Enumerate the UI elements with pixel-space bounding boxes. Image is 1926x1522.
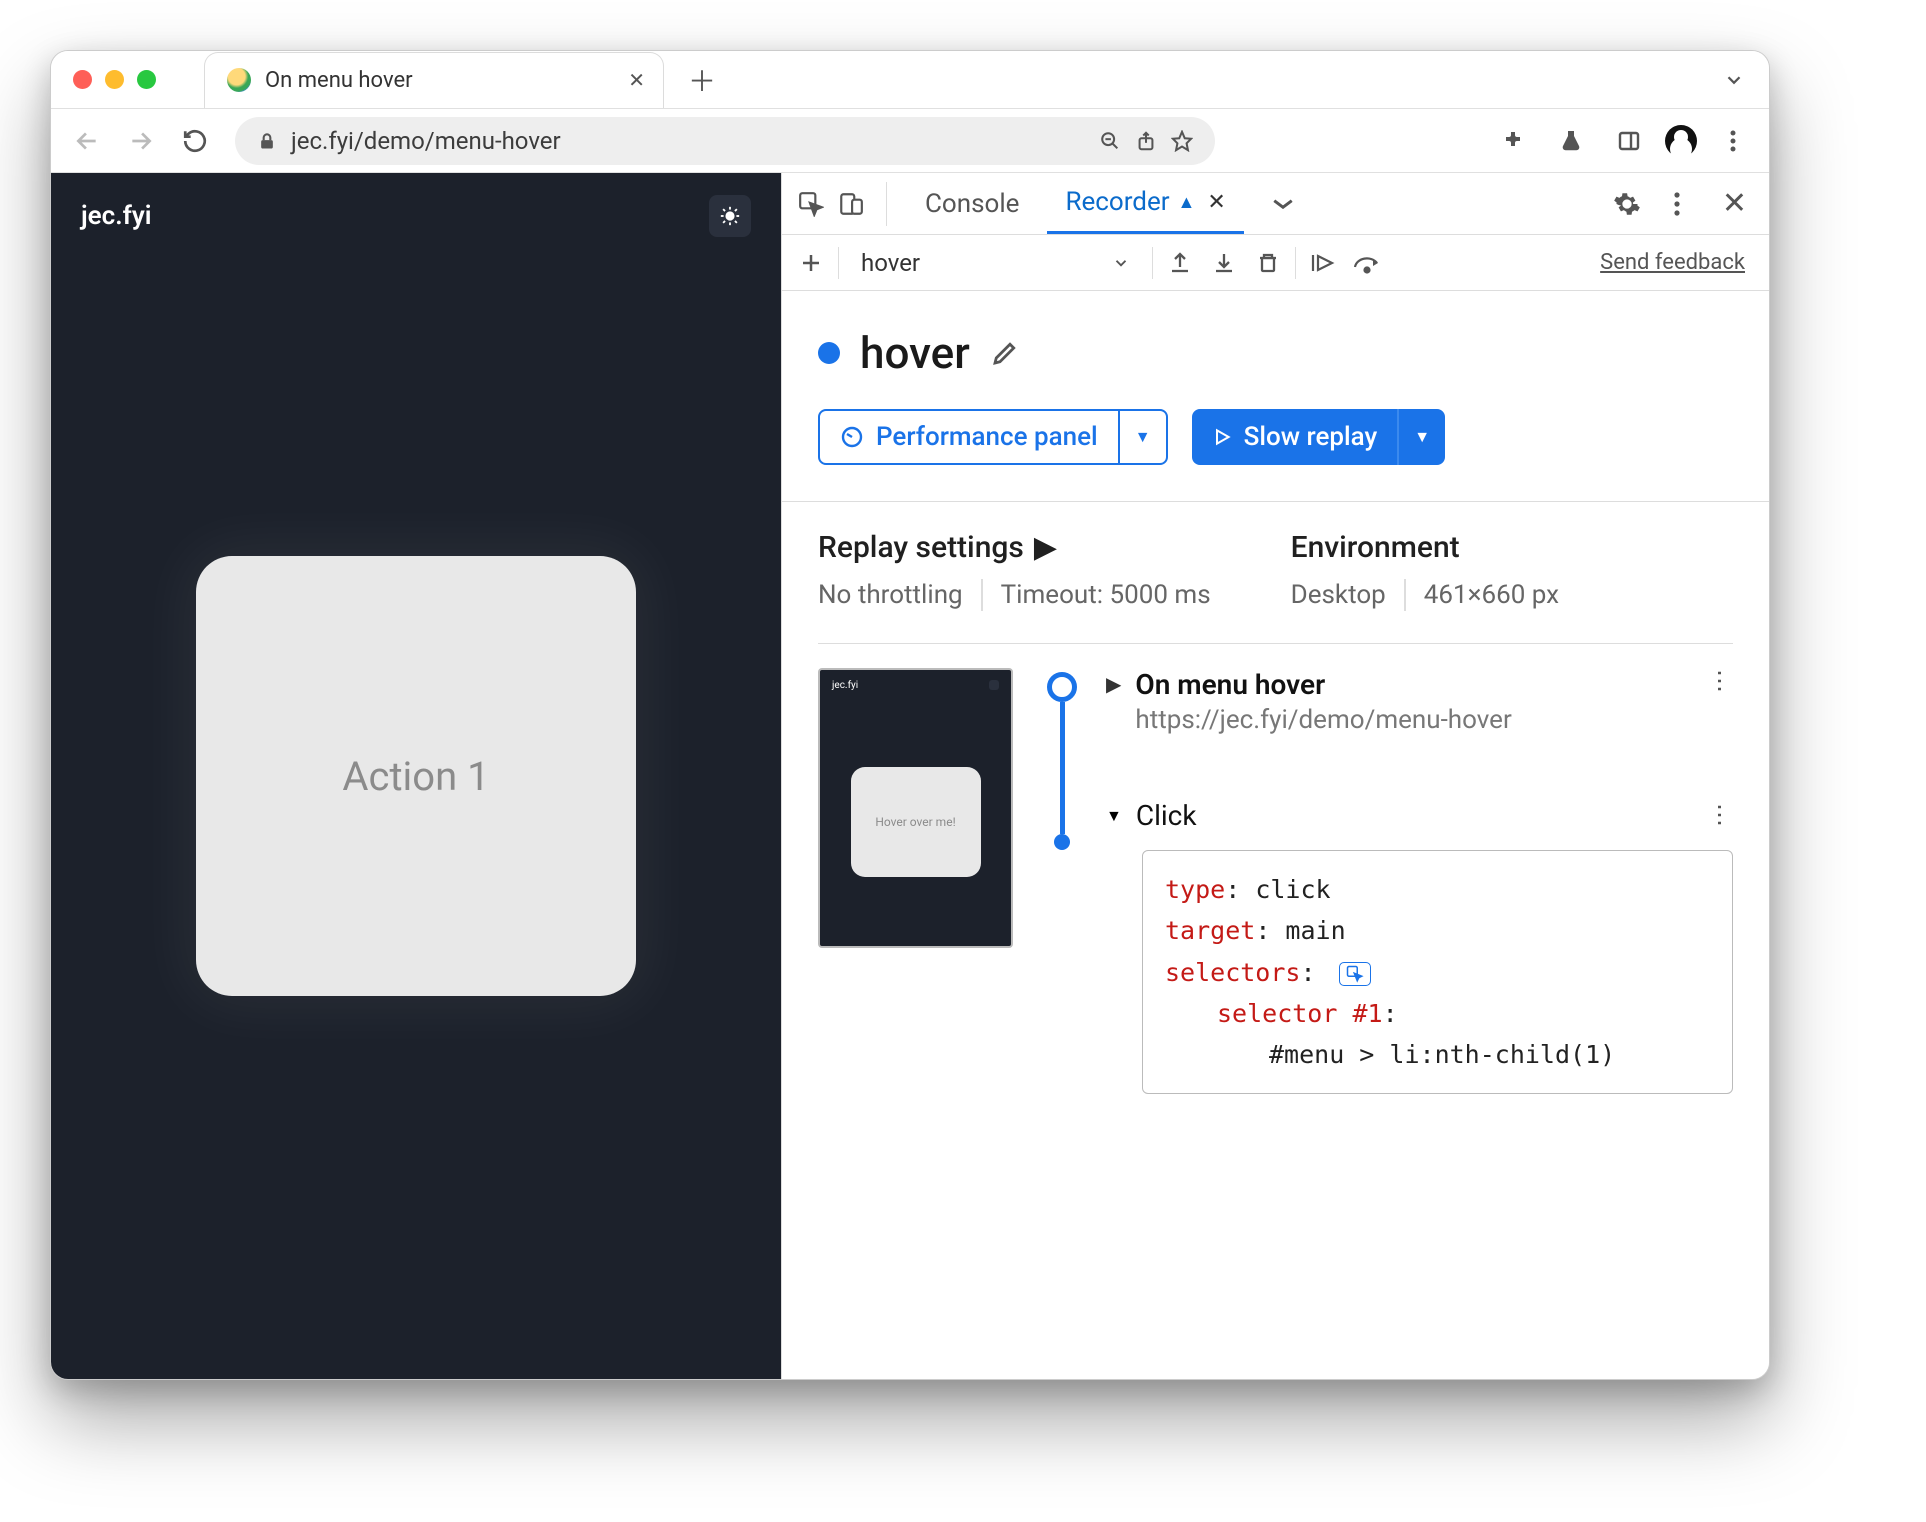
hover-card[interactable]: Action 1 [196, 556, 636, 996]
recording-name: hover [860, 327, 970, 379]
step-menu-icon[interactable]: ⋯ [1706, 669, 1734, 695]
timeout-value: Timeout: 5000 ms [1001, 580, 1211, 610]
maximize-window-button[interactable] [137, 70, 156, 89]
devtools-tabs: Console Recorder ▲ ✕ ✕ [782, 173, 1769, 235]
back-button[interactable] [65, 119, 109, 163]
chevron-down-icon [1112, 254, 1130, 272]
lock-icon [257, 131, 277, 151]
step-play-icon[interactable] [1306, 246, 1340, 280]
traffic-lights [73, 70, 156, 89]
replay-dropdown-icon[interactable]: ▼ [1397, 409, 1445, 465]
bookmark-icon[interactable] [1171, 130, 1193, 152]
theme-toggle-button[interactable] [709, 195, 751, 237]
url-text: jec.fyi/demo/menu-hover [291, 127, 1085, 155]
more-tabs-icon[interactable] [1268, 189, 1298, 219]
reload-button[interactable] [173, 119, 217, 163]
devtools-menu-icon[interactable] [1662, 189, 1692, 219]
send-feedback-link[interactable]: Send feedback [1600, 250, 1745, 275]
thumb-card: Hover over me! [851, 767, 981, 877]
hover-card-text: Action 1 [342, 753, 489, 800]
site-pane: jec.fyi Action 1 [51, 173, 781, 1379]
recording-status-dot [818, 342, 840, 364]
timeline [1042, 668, 1082, 1094]
export-icon[interactable] [1163, 246, 1197, 280]
devtools-pane: Console Recorder ▲ ✕ ✕ hover [781, 173, 1769, 1379]
caret-right-icon: ▶ [1106, 672, 1121, 696]
browser-tab[interactable]: On menu hover ✕ [204, 52, 664, 108]
caret-down-icon: ▼ [1106, 806, 1122, 826]
step-navigate[interactable]: ▶ On menu hover https://jec.fyi/demo/men… [1106, 668, 1733, 735]
close-window-button[interactable] [73, 70, 92, 89]
replay-button[interactable]: Slow replay ▼ [1192, 409, 1446, 465]
site-brand[interactable]: jec.fyi [81, 201, 151, 231]
step-title: On menu hover [1135, 668, 1511, 701]
extensions-icon[interactable] [1491, 119, 1535, 163]
edit-name-icon[interactable] [990, 338, 1020, 368]
new-tab-button[interactable]: ＋ [682, 60, 722, 100]
tab-title: On menu hover [265, 68, 614, 93]
step-thumbnail[interactable]: jec.fyi Hover over me! [818, 668, 1013, 948]
favicon-icon [227, 68, 251, 92]
thumb-brand: jec.fyi [832, 680, 858, 691]
labs-icon[interactable] [1549, 119, 1593, 163]
play-icon [1212, 427, 1232, 447]
replay-settings-heading[interactable]: Replay settings ▶ [818, 530, 1211, 565]
tab-recorder[interactable]: Recorder ▲ ✕ [1047, 173, 1243, 234]
minimize-window-button[interactable] [105, 70, 124, 89]
forward-button[interactable] [119, 119, 163, 163]
close-tab-icon[interactable]: ✕ [1207, 190, 1225, 215]
browser-toolbar: jec.fyi/demo/menu-hover [51, 109, 1769, 173]
environment-heading: Environment [1291, 530, 1559, 565]
caret-right-icon: ▶ [1034, 530, 1057, 565]
close-tab-icon[interactable]: ✕ [628, 68, 645, 92]
sidepanel-icon[interactable] [1607, 119, 1651, 163]
zoom-icon[interactable] [1099, 130, 1121, 152]
titlebar: On menu hover ✕ ＋ [51, 51, 1769, 109]
beaker-icon: ▲ [1178, 192, 1196, 213]
tab-console[interactable]: Console [907, 173, 1037, 234]
profile-avatar[interactable] [1665, 125, 1697, 157]
recording-selector[interactable]: hover [849, 241, 1142, 285]
browser-menu-icon[interactable] [1711, 119, 1755, 163]
device-toolbar-icon[interactable] [836, 189, 866, 219]
selector-picker-icon[interactable] [1339, 962, 1371, 986]
browser-window: On menu hover ✕ ＋ jec.fyi/demo/menu-hove… [50, 50, 1770, 1380]
new-recording-button[interactable] [794, 246, 828, 280]
gauge-icon [840, 425, 864, 449]
share-icon[interactable] [1135, 130, 1157, 152]
step-url: https://jec.fyi/demo/menu-hover [1135, 705, 1511, 735]
performance-panel-button[interactable]: Performance panel ▼ [818, 409, 1168, 465]
inspect-icon[interactable] [796, 189, 826, 219]
sun-icon [719, 205, 741, 227]
import-icon[interactable] [1207, 246, 1241, 280]
step-menu-icon[interactable]: ⋯ [1706, 803, 1734, 829]
step-click[interactable]: ▼ Click ⋯ [1106, 799, 1733, 832]
recorder-toolbar: hover Send feedback [782, 235, 1769, 291]
step-code: type: click target: main selectors: sele… [1142, 850, 1733, 1094]
device-value: Desktop [1291, 580, 1386, 610]
delete-icon[interactable] [1251, 246, 1285, 280]
viewport-value: 461×660 px [1424, 580, 1559, 610]
step-over-icon[interactable] [1350, 246, 1384, 280]
tabs-overflow-icon[interactable] [1723, 69, 1745, 91]
address-bar[interactable]: jec.fyi/demo/menu-hover [235, 117, 1215, 165]
settings-icon[interactable] [1612, 189, 1642, 219]
close-devtools-icon[interactable]: ✕ [1722, 186, 1747, 221]
perf-dropdown-icon[interactable]: ▼ [1118, 411, 1166, 463]
throttling-value: No throttling [818, 580, 963, 610]
split-body: jec.fyi Action 1 Console Recorder [51, 173, 1769, 1379]
